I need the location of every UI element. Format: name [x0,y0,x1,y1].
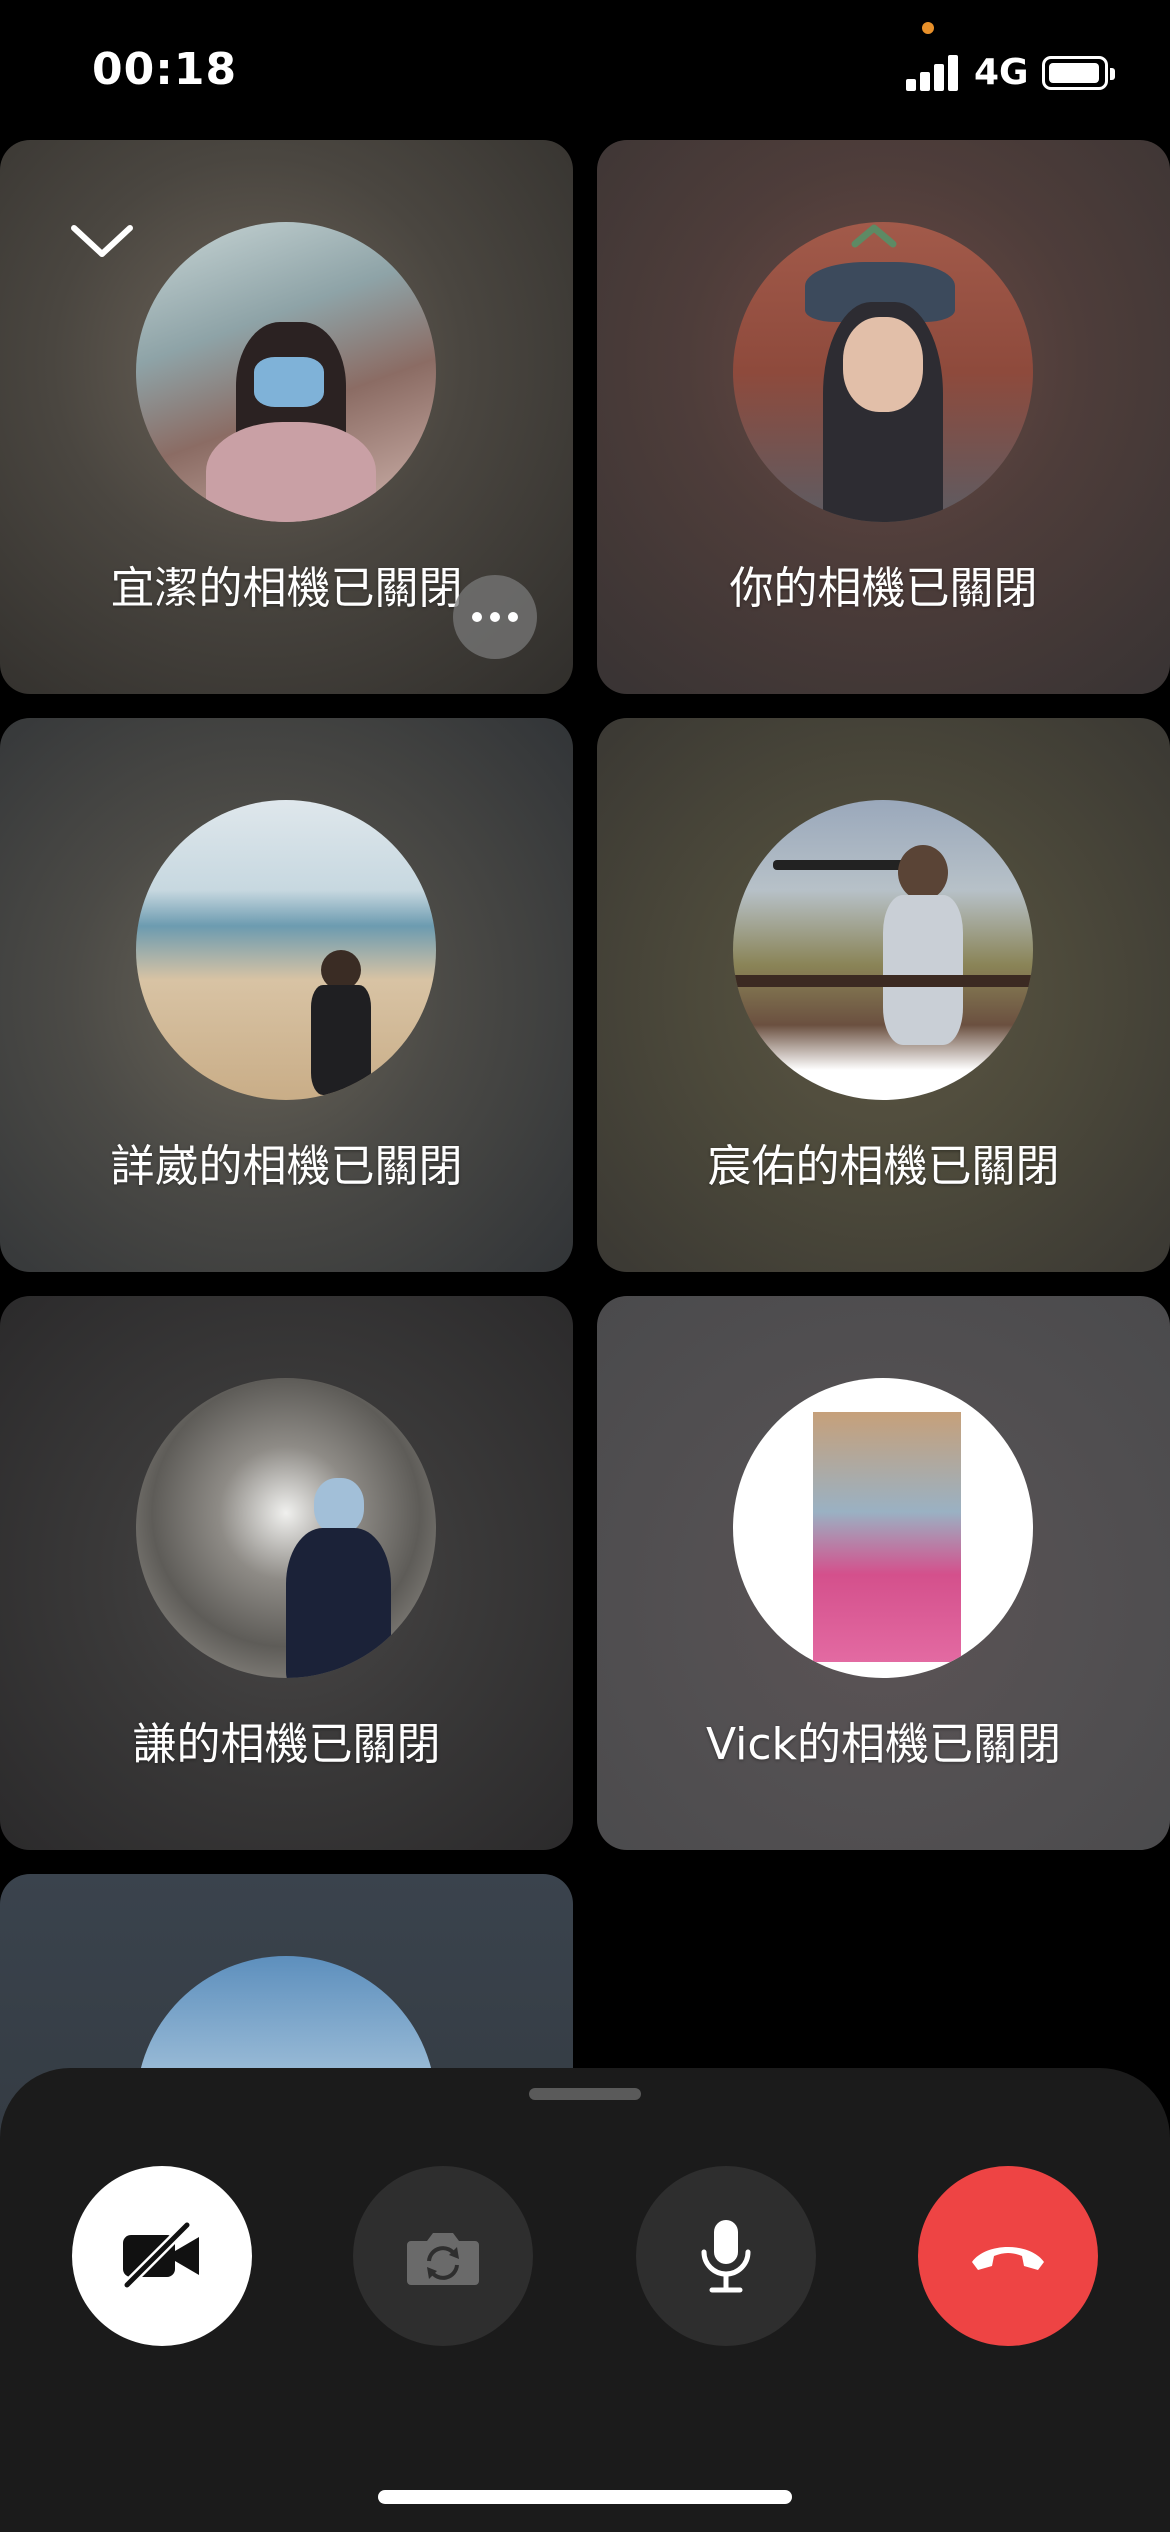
status-time: 00:18 [92,44,238,95]
participant-tile[interactable]: 宸佑的相機已關閉 [597,718,1170,1272]
flip-camera-button[interactable] [353,2166,533,2346]
call-controls-sheet [0,2068,1170,2532]
sheet-handle[interactable] [529,2088,641,2100]
participant-avatar [733,800,1033,1100]
privacy-indicator-icon [922,22,934,34]
more-options-icon[interactable] [453,575,537,659]
participant-tile[interactable]: Vick的相機已關閉 [597,1296,1170,1850]
participant-tile[interactable]: 詳崴的相機已關閉 [0,718,573,1272]
video-off-icon [123,2221,199,2289]
participant-label: 詳崴的相機已關閉 [110,1141,463,1192]
network-type: 4G [974,52,1029,93]
participant-label: 謙的相機已關閉 [132,1719,441,1770]
participant-avatar [733,222,1033,522]
microphone-icon [701,2220,751,2293]
flip-camera-icon [407,2233,479,2285]
chevron-down-icon[interactable] [62,210,142,270]
participant-avatar [136,800,436,1100]
end-call-icon [972,2247,1044,2270]
participant-tile[interactable]: 謙的相機已關閉 [0,1296,573,1850]
participant-label: 你的相機已關閉 [729,563,1038,614]
participant-avatar [136,222,436,522]
mute-button[interactable] [636,2166,816,2346]
participant-avatar [733,1378,1033,1678]
end-call-button[interactable] [918,2166,1098,2346]
home-indicator[interactable] [378,2490,792,2504]
camera-off-button[interactable] [72,2166,252,2346]
participant-avatar [136,1378,436,1678]
chevron-up-icon [847,220,901,250]
participant-label: 宸佑的相機已關閉 [707,1141,1060,1192]
status-bar: 00:18 4G [0,0,1170,140]
battery-icon [1042,56,1115,90]
signal-icon [906,55,960,91]
participant-label: Vick的相機已關閉 [705,1719,1062,1770]
